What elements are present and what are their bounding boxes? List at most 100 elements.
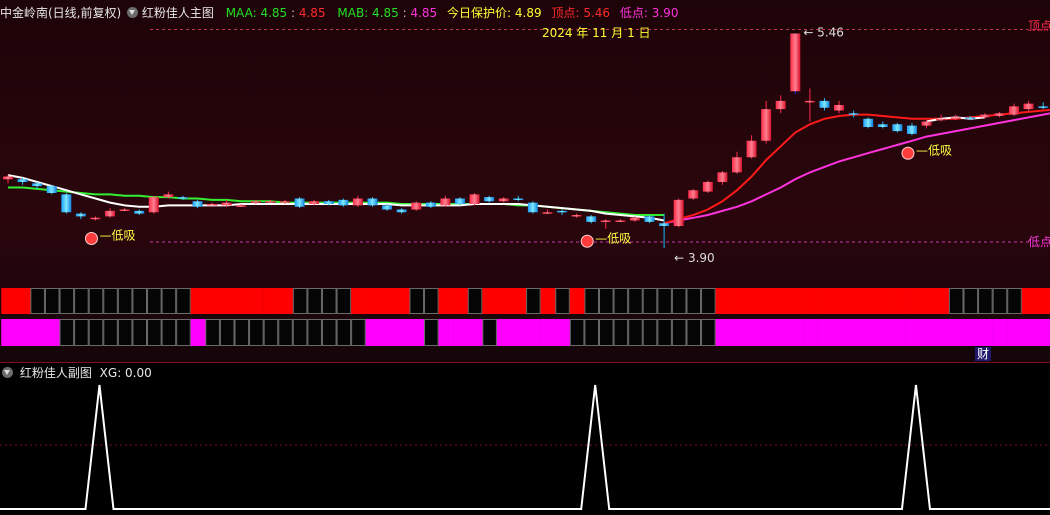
magenta-signal-band-cell [278, 319, 293, 346]
red-signal-band-cell [496, 288, 512, 314]
candle [673, 198, 684, 228]
candle [484, 195, 495, 203]
red-signal-band-cell [278, 288, 294, 314]
candlestick-chart[interactable]: 2024 年 11 月 1 日 ← 5.46← 3.90—低吸 —低吸—低吸低点顶点 [0, 0, 1050, 362]
magenta-signal-band-cell [1, 319, 16, 346]
red-signal-band-cell [715, 288, 731, 314]
sub-chart-panel[interactable] [0, 362, 1050, 515]
magenta-signal-band-cell [161, 319, 177, 346]
candle [688, 188, 699, 200]
candle [367, 197, 378, 207]
red-signal-band-cell [730, 288, 745, 314]
red-signal-band-cell [540, 288, 556, 314]
candle-body [3, 176, 13, 180]
candle [717, 171, 728, 185]
low-buy-marker: —低吸 [84, 229, 135, 245]
candle [994, 111, 1005, 118]
red-signal-band-cell [569, 288, 585, 314]
xg-signal-chart[interactable] [0, 363, 1050, 515]
candle [906, 122, 917, 136]
candle [586, 215, 597, 224]
magenta-signal-band-cell [394, 319, 410, 346]
candle [819, 98, 830, 111]
candle [615, 219, 626, 222]
candle [46, 184, 57, 195]
candle-body [615, 220, 626, 222]
candle-body [527, 202, 538, 213]
protect-value: 4.89 [514, 6, 542, 20]
red-signal-band-cell [686, 288, 702, 314]
right-low-tag: 低点 [1028, 235, 1050, 249]
red-signal-band-cell [555, 288, 570, 314]
magenta-signal-band-cell [30, 319, 46, 346]
magenta-signal-band-cell [496, 319, 512, 346]
magenta-signal-band-cell [176, 319, 191, 346]
candle [425, 201, 436, 209]
maa-value: 4.85 [298, 6, 326, 20]
mab-value: 4.85 [410, 6, 438, 20]
candle [834, 100, 845, 114]
candle-body [965, 117, 976, 119]
candle-body [979, 114, 990, 118]
candle-body [382, 205, 393, 210]
red-signal-band-cell [744, 288, 760, 314]
magenta-signal-band-cell [103, 319, 118, 346]
cai-tag[interactable]: 财 [975, 347, 992, 361]
magenta-signal-band-cell [730, 319, 745, 346]
red-signal-band-cell [948, 288, 964, 314]
magenta-signal-band-cell [686, 319, 702, 346]
candle-body [105, 210, 116, 217]
sub-indicator-menu-icon[interactable] [2, 367, 13, 378]
stock-name: 中金岭南(日线,前复权) [0, 6, 122, 20]
low-buy-marker: —低吸 [580, 231, 631, 248]
red-signal-band-cell [15, 288, 31, 314]
candle-body [834, 105, 845, 111]
magenta-signal-band-cell [307, 319, 322, 346]
candle-body [411, 202, 422, 210]
candle [148, 195, 159, 214]
candle-body [542, 212, 553, 214]
candle-body [177, 197, 188, 199]
candle-body [265, 201, 276, 203]
red-signal-band-cell [321, 288, 337, 314]
candle-body [906, 125, 917, 134]
indicator-menu-icon[interactable] [127, 7, 139, 18]
magenta-signal-band-cell [1007, 319, 1023, 346]
magenta-signal-band-cell [526, 319, 541, 346]
candle [702, 180, 713, 193]
candle-body [338, 199, 349, 206]
magenta-signal-band-cell [555, 319, 571, 346]
candle-body [309, 201, 320, 204]
red-signal-band-cell [978, 288, 993, 314]
candle [90, 216, 101, 221]
red-signal-band-cell [642, 288, 658, 314]
candle-body [90, 217, 101, 220]
top-value: 5.46 [583, 6, 611, 20]
red-signal-band-cell [876, 288, 891, 314]
magenta-signal-band-cell [861, 319, 877, 346]
red-signal-band-cell [584, 288, 599, 314]
magenta-signal-band-cell [132, 319, 148, 346]
red-signal-band-cell [438, 288, 454, 314]
red-signal-band-cell [657, 288, 672, 314]
magenta-signal-band-cell [919, 319, 935, 346]
candle [396, 208, 407, 214]
magenta-signal-band-cell [628, 319, 643, 346]
magenta-signal-band-cell [74, 319, 89, 346]
indicator-name: 红粉佳人主图 [141, 6, 214, 20]
magenta-signal-band-cell [948, 319, 964, 346]
candle [440, 195, 451, 207]
red-signal-band-cell [671, 288, 687, 314]
low-price-label: ← 3.90 [674, 251, 715, 265]
candle-body [1038, 106, 1049, 108]
maa-sep: : [291, 6, 299, 20]
magenta-signal-band-cell [482, 319, 497, 346]
red-signal-band-cell [905, 288, 920, 314]
candle-body [775, 100, 786, 110]
candle-body [323, 201, 334, 204]
red-signal-band-cell [365, 288, 381, 314]
red-signal-band [1, 288, 1050, 314]
candle-body [804, 100, 815, 103]
candle-body [732, 157, 742, 173]
main-chart-panel[interactable]: 2024 年 11 月 1 日 ← 5.46 ← 3.90 —低吸 —低吸 —低吸 低点 顶点 [0, 0, 1050, 362]
